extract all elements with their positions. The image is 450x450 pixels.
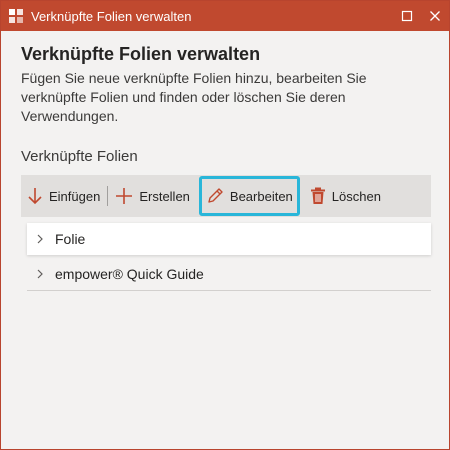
arrow-down-icon bbox=[28, 188, 42, 205]
trash-icon bbox=[310, 187, 325, 204]
delete-button[interactable]: Löschen bbox=[304, 175, 387, 217]
edit-button[interactable]: Bearbeiten bbox=[198, 176, 300, 216]
create-label: Erstellen bbox=[139, 188, 190, 204]
section-title: Verknüpfte Folien bbox=[21, 148, 138, 165]
list-item-label: empower® Quick Guide bbox=[55, 266, 204, 282]
dialog-window: Verknüpfte Folien verwalten Verknüpfte F… bbox=[0, 0, 450, 450]
page-description: Fügen Sie neue verknüpfte Folien hinzu, … bbox=[21, 70, 367, 124]
insert-label: Einfügen bbox=[49, 188, 101, 204]
chevron-right-icon[interactable] bbox=[29, 234, 51, 244]
close-icon bbox=[430, 11, 440, 21]
page-title: Verknüpfte Folien verwalten bbox=[21, 44, 261, 64]
delete-label: Löschen bbox=[331, 188, 381, 204]
window-title: Verknüpfte Folien verwalten bbox=[31, 8, 192, 24]
maximize-icon bbox=[401, 10, 413, 22]
toolbar-separator bbox=[107, 186, 109, 206]
list-item[interactable]: empower® Quick Guide bbox=[27, 258, 431, 291]
close-button[interactable] bbox=[421, 1, 449, 31]
dialog-content: Verknüpfte Folien verwalten Fügen Sie ne… bbox=[1, 31, 449, 291]
create-button[interactable]: Erstellen bbox=[109, 175, 196, 217]
maximize-button[interactable] bbox=[393, 1, 421, 31]
chevron-right-icon[interactable] bbox=[29, 269, 51, 279]
plus-icon bbox=[116, 188, 133, 204]
edit-label: Bearbeiten bbox=[229, 188, 293, 204]
app-icon bbox=[8, 8, 24, 24]
linked-slides-list: Folie empower® Quick Guide bbox=[27, 223, 431, 291]
pencil-icon bbox=[208, 188, 223, 203]
title-bar[interactable]: Verknüpfte Folien verwalten bbox=[1, 1, 449, 31]
insert-button[interactable]: Einfügen bbox=[21, 175, 106, 217]
list-item[interactable]: Folie bbox=[27, 223, 431, 255]
linked-slides-toolbar: Einfügen Erstellen Bearbeiten Löschen bbox=[21, 175, 431, 217]
list-item-label: Folie bbox=[55, 231, 86, 247]
